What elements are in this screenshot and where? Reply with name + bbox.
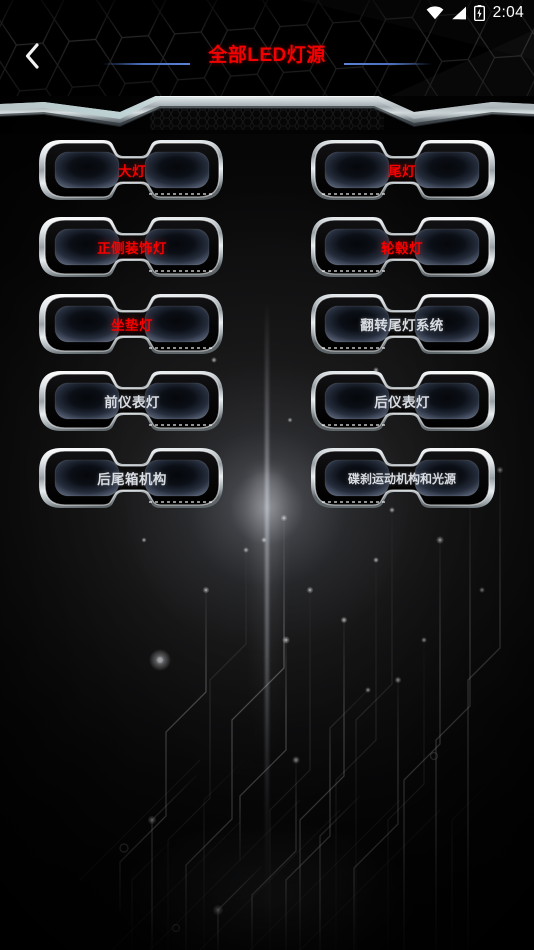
button-shape <box>311 448 495 508</box>
led-button-rear-dash[interactable]: 后仪表灯 <box>309 371 495 431</box>
wifi-icon <box>426 6 444 20</box>
led-button-taillight[interactable]: 尾灯 <box>309 140 495 200</box>
button-shape <box>311 217 495 277</box>
led-button-rear-trunk[interactable]: 后尾箱机构 <box>39 448 225 508</box>
status-bar-clock: 2:04 <box>492 4 524 22</box>
title-rule-right <box>343 62 432 65</box>
app-root: 全部LED灯源 大灯 尾灯 正侧装饰灯 轮毂灯 坐垫灯 翻转尾灯系统 前仪表灯 … <box>0 0 534 950</box>
button-shape <box>311 140 495 200</box>
battery-charging-icon <box>473 5 485 21</box>
button-shape <box>39 294 223 354</box>
led-button-seat-cushion[interactable]: 坐垫灯 <box>39 294 225 354</box>
button-shape <box>311 371 495 431</box>
button-shape <box>311 294 495 354</box>
led-button-flip-taillight[interactable]: 翻转尾灯系统 <box>309 294 495 354</box>
led-button-headlight[interactable]: 大灯 <box>39 140 225 200</box>
button-shape <box>39 140 223 200</box>
page-title: 全部LED灯源 <box>208 45 326 66</box>
title-rule-left <box>102 62 191 65</box>
led-button-wheel-hub-light[interactable]: 轮毂灯 <box>309 217 495 277</box>
button-shape <box>39 371 223 431</box>
page-title-row: 全部LED灯源 <box>0 40 534 67</box>
led-button-front-dash[interactable]: 前仪表灯 <box>39 371 225 431</box>
button-shape <box>39 448 223 508</box>
button-shape <box>39 217 223 277</box>
cellular-signal-icon <box>451 6 466 20</box>
status-bar: 2:04 <box>0 0 534 26</box>
led-button-front-side-decor[interactable]: 正侧装饰灯 <box>39 217 225 277</box>
led-button-disc-brake[interactable]: 碟刹运动机构和光源 <box>309 448 495 508</box>
led-button-grid: 大灯 尾灯 正侧装饰灯 轮毂灯 坐垫灯 翻转尾灯系统 前仪表灯 后仪表灯 后尾箱… <box>0 140 534 508</box>
